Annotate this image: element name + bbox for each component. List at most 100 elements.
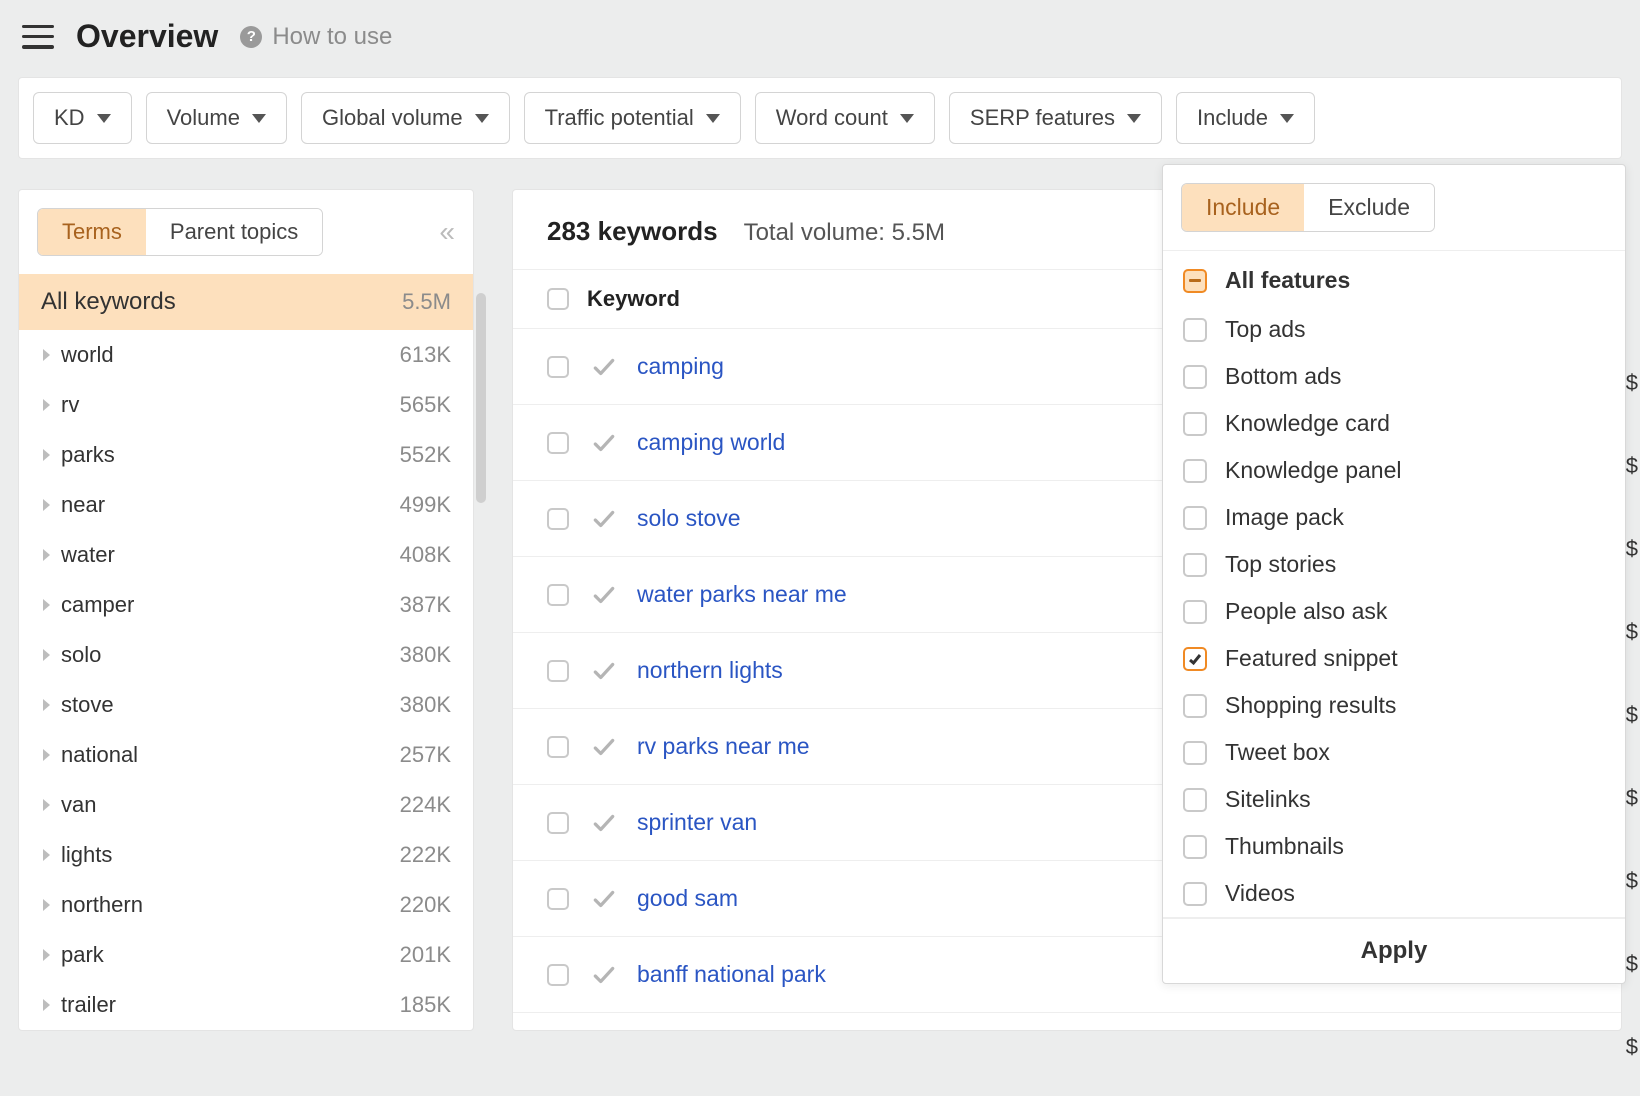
keyword-link[interactable]: camping bbox=[637, 353, 724, 380]
check-icon bbox=[591, 506, 617, 532]
keyword-link[interactable]: solo stove bbox=[637, 505, 741, 532]
checkbox[interactable] bbox=[1183, 318, 1207, 342]
checkbox[interactable] bbox=[1183, 459, 1207, 483]
sidebar-item[interactable]: water 408K bbox=[19, 530, 473, 580]
sidebar-item[interactable]: park 201K bbox=[19, 930, 473, 980]
dropdown-all-features[interactable]: All features bbox=[1163, 251, 1625, 306]
dropdown-option[interactable]: Image pack bbox=[1163, 494, 1625, 541]
filter-include[interactable]: Include bbox=[1176, 92, 1315, 144]
dropdown-option[interactable]: People also ask bbox=[1163, 588, 1625, 635]
sidebar-item[interactable]: world 613K bbox=[19, 330, 473, 380]
keyword-link[interactable]: banff national park bbox=[637, 961, 826, 988]
sidebar-item-count: 185K bbox=[400, 992, 451, 1018]
tab-terms[interactable]: Terms bbox=[38, 209, 146, 255]
help-icon: ? bbox=[240, 26, 262, 48]
chevron-down-icon bbox=[900, 114, 914, 123]
checkbox[interactable] bbox=[1183, 882, 1207, 906]
checkbox[interactable] bbox=[1183, 365, 1207, 389]
sidebar-item[interactable]: northern 220K bbox=[19, 880, 473, 930]
dropdown-option[interactable]: Shopping results bbox=[1163, 682, 1625, 729]
keyword-link[interactable]: sprinter van bbox=[637, 809, 757, 836]
sidebar-item-count: 380K bbox=[400, 642, 451, 668]
dropdown-tab-exclude[interactable]: Exclude bbox=[1304, 184, 1434, 231]
scrollbar-thumb[interactable] bbox=[476, 293, 486, 503]
sidebar-item[interactable]: trailer 185K bbox=[19, 980, 473, 1030]
chevron-right-icon bbox=[41, 798, 61, 812]
filter-kd[interactable]: KD bbox=[33, 92, 132, 144]
dropdown-option[interactable]: Knowledge panel bbox=[1163, 447, 1625, 494]
dropdown-option[interactable]: Sitelinks bbox=[1163, 776, 1625, 823]
row-checkbox[interactable] bbox=[547, 356, 569, 378]
checkbox-indeterminate-icon[interactable] bbox=[1183, 269, 1207, 293]
checkbox[interactable] bbox=[1183, 835, 1207, 859]
sidebar-item[interactable]: solo 380K bbox=[19, 630, 473, 680]
dropdown-option[interactable]: Videos bbox=[1163, 870, 1625, 917]
sidebar-item[interactable]: parks 552K bbox=[19, 430, 473, 480]
checkbox[interactable] bbox=[1183, 647, 1207, 671]
checkbox[interactable] bbox=[1183, 553, 1207, 577]
menu-icon[interactable] bbox=[22, 25, 54, 49]
row-checkbox[interactable] bbox=[547, 432, 569, 454]
column-keyword: Keyword bbox=[587, 286, 680, 312]
row-checkbox[interactable] bbox=[547, 584, 569, 606]
filter-word-count[interactable]: Word count bbox=[755, 92, 935, 144]
dropdown-option[interactable]: Featured snippet bbox=[1163, 635, 1625, 682]
filter-serp-features[interactable]: SERP features bbox=[949, 92, 1162, 144]
chevron-right-icon bbox=[41, 648, 61, 662]
checkbox[interactable] bbox=[1183, 600, 1207, 624]
chevron-down-icon bbox=[1127, 114, 1141, 123]
how-to-use-link[interactable]: ? How to use bbox=[240, 23, 392, 51]
sidebar-item[interactable]: national 257K bbox=[19, 730, 473, 780]
keyword-link[interactable]: good sam bbox=[637, 885, 738, 912]
row-checkbox[interactable] bbox=[547, 812, 569, 834]
sidebar-item[interactable]: lights 222K bbox=[19, 830, 473, 880]
dropdown-option[interactable]: Top stories bbox=[1163, 541, 1625, 588]
dropdown-option[interactable]: Knowledge card bbox=[1163, 400, 1625, 447]
filter-global-volume[interactable]: Global volume bbox=[301, 92, 510, 144]
dropdown-tab-include[interactable]: Include bbox=[1182, 184, 1304, 231]
tab-parent-topics[interactable]: Parent topics bbox=[146, 209, 322, 255]
sidebar-item-all-keywords[interactable]: All keywords 5.5M bbox=[19, 274, 473, 330]
checkbox[interactable] bbox=[1183, 412, 1207, 436]
sidebar-item[interactable]: camper 387K bbox=[19, 580, 473, 630]
filter-traffic-potential[interactable]: Traffic potential bbox=[524, 92, 741, 144]
dropdown-option[interactable]: Top ads bbox=[1163, 306, 1625, 353]
row-checkbox[interactable] bbox=[547, 660, 569, 682]
collapse-icon[interactable]: « bbox=[439, 216, 455, 248]
select-all-checkbox[interactable] bbox=[547, 288, 569, 310]
dropdown-option-label: Sitelinks bbox=[1225, 786, 1311, 813]
checkbox[interactable] bbox=[1183, 694, 1207, 718]
check-icon bbox=[591, 810, 617, 836]
dropdown-option[interactable]: Tweet box bbox=[1163, 729, 1625, 776]
chevron-right-icon bbox=[41, 398, 61, 412]
sidebar-item[interactable]: stove 380K bbox=[19, 680, 473, 730]
apply-button[interactable]: Apply bbox=[1163, 918, 1625, 983]
checkbox[interactable] bbox=[1183, 741, 1207, 765]
filter-volume[interactable]: Volume bbox=[146, 92, 287, 144]
row-checkbox[interactable] bbox=[547, 888, 569, 910]
keyword-link[interactable]: rv parks near me bbox=[637, 733, 810, 760]
row-checkbox[interactable] bbox=[547, 964, 569, 986]
sidebar-item[interactable]: van 224K bbox=[19, 780, 473, 830]
keyword-link[interactable]: water parks near me bbox=[637, 581, 847, 608]
keyword-link[interactable]: camping world bbox=[637, 429, 785, 456]
sidebar-item-count: 257K bbox=[400, 742, 451, 768]
sidebar-item[interactable]: rv 565K bbox=[19, 380, 473, 430]
dropdown-option[interactable]: Thumbnails bbox=[1163, 823, 1625, 870]
sidebar-item-count: 552K bbox=[400, 442, 451, 468]
row-checkbox[interactable] bbox=[547, 736, 569, 758]
checkbox[interactable] bbox=[1183, 788, 1207, 812]
sidebar-item-label: near bbox=[61, 492, 400, 518]
chevron-right-icon bbox=[41, 548, 61, 562]
keyword-link[interactable]: northern lights bbox=[637, 657, 783, 684]
sidebar-item[interactable]: near 499K bbox=[19, 480, 473, 530]
dropdown-option[interactable]: Bottom ads bbox=[1163, 353, 1625, 400]
price-column-hint: $ $ $ $ $ $ $ $ $ bbox=[1626, 370, 1638, 1060]
filter-bar: KD Volume Global volume Traffic potentia… bbox=[18, 77, 1622, 159]
checkbox[interactable] bbox=[1183, 506, 1207, 530]
row-checkbox[interactable] bbox=[547, 508, 569, 530]
sidebar: Terms Parent topics « All keywords 5.5M … bbox=[18, 189, 474, 1031]
sidebar-item-label: camper bbox=[61, 592, 400, 618]
chevron-right-icon bbox=[41, 848, 61, 862]
sidebar-item-label: water bbox=[61, 542, 400, 568]
